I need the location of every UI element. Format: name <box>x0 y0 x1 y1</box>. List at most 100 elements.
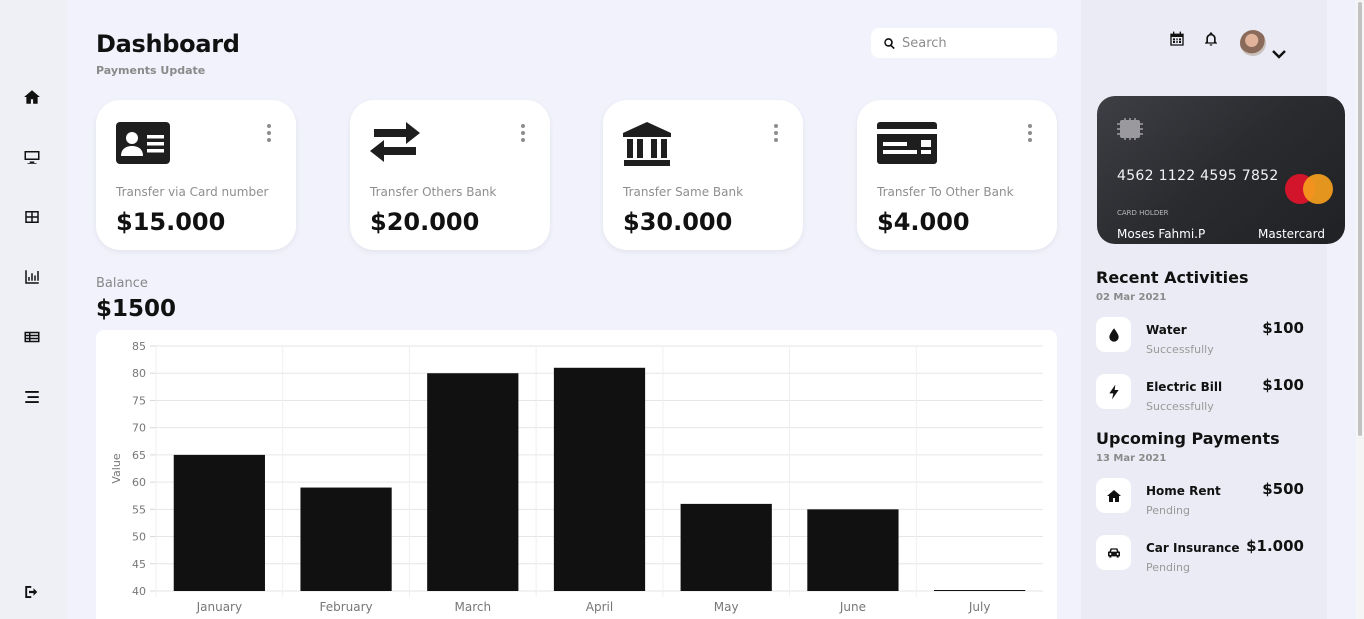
scrollbar-thumb[interactable] <box>1358 2 1362 436</box>
activity-status: Successfully <box>1146 400 1214 413</box>
recent-activities-title: Recent Activities <box>1096 268 1249 287</box>
y-tick-label: 55 <box>132 503 146 516</box>
card-chip-icon <box>1117 118 1143 140</box>
menu-icon[interactable] <box>22 387 42 407</box>
x-tick-label: March <box>454 600 491 614</box>
chart-bar <box>934 590 1026 591</box>
card-menu-icon[interactable] <box>1027 124 1033 142</box>
card-menu-icon[interactable] <box>773 124 779 142</box>
transfer-card-card-number[interactable]: Transfer via Card number $15.000 <box>96 100 296 250</box>
y-axis-label: Value <box>110 453 123 483</box>
card-holder-name: Moses Fahmi.P <box>1117 227 1206 241</box>
bank-card[interactable]: 4562 1122 4595 7852 CARD HOLDER Moses Fa… <box>1097 96 1345 244</box>
y-tick-label: 75 <box>132 394 146 407</box>
activity-amount: $100 <box>1262 319 1304 337</box>
y-tick-label: 40 <box>132 585 146 598</box>
chart-bar <box>173 454 265 591</box>
bank-icon <box>623 122 671 170</box>
sidebar <box>0 0 66 619</box>
right-panel: 4562 1122 4595 7852 CARD HOLDER Moses Fa… <box>1081 0 1345 619</box>
card-menu-icon[interactable] <box>266 124 272 142</box>
card-label: Transfer Same Bank <box>623 185 744 199</box>
avatar[interactable] <box>1240 30 1266 56</box>
card-amount: $4.000 <box>877 208 970 236</box>
water-drop-icon <box>1096 317 1131 352</box>
card-menu-icon[interactable] <box>520 124 526 142</box>
card-amount: $15.000 <box>116 208 226 236</box>
monitor-icon[interactable] <box>22 147 42 167</box>
payment-status: Pending <box>1146 504 1190 517</box>
mastercard-logo-icon <box>1285 174 1335 204</box>
balance-value: $1500 <box>96 296 177 322</box>
page-subtitle: Payments Update <box>96 64 206 77</box>
x-tick-label: January <box>196 600 243 614</box>
y-tick-label: 60 <box>132 476 146 489</box>
page-title: Dashboard <box>96 30 240 58</box>
chart-bar <box>680 503 772 591</box>
transfer-card-same-bank[interactable]: Transfer Same Bank $30.000 <box>603 100 803 250</box>
y-tick-label: 45 <box>132 558 146 571</box>
chart-bar <box>427 373 519 591</box>
transfer-card-others-bank[interactable]: Transfer Others Bank $20.000 <box>350 100 550 250</box>
chart-bar <box>300 487 392 591</box>
activity-amount: $100 <box>1262 376 1304 394</box>
search-input[interactable] <box>902 35 1052 51</box>
search-icon <box>884 37 895 49</box>
card-brand: Mastercard <box>1257 227 1325 241</box>
activity-name: Electric Bill <box>1146 380 1223 394</box>
x-tick-label: July <box>968 600 991 614</box>
list-item[interactable]: Water Successfully $100 <box>1096 317 1306 357</box>
y-tick-label: 50 <box>132 531 146 544</box>
payment-amount: $500 <box>1262 480 1304 498</box>
home-icon[interactable] <box>22 87 42 107</box>
activity-name: Water <box>1146 323 1187 337</box>
card-label: Transfer To Other Bank <box>877 185 1014 199</box>
y-tick-label: 80 <box>132 367 146 380</box>
table-icon[interactable] <box>22 207 42 227</box>
x-tick-label: June <box>839 600 866 614</box>
chart-bar <box>807 509 899 591</box>
home-icon <box>1096 478 1131 513</box>
page-scrollbar[interactable] <box>1356 0 1364 619</box>
card-holder-caption: CARD HOLDER <box>1117 209 1169 217</box>
card-amount: $20.000 <box>370 208 480 236</box>
chart-bar <box>553 367 646 591</box>
lightning-icon <box>1096 374 1131 409</box>
x-tick-label: May <box>714 600 739 614</box>
credit-card-icon <box>877 122 937 168</box>
payment-status: Pending <box>1146 561 1190 574</box>
bar-chart-icon[interactable] <box>22 267 42 287</box>
bar-chart: 40 45 50 55 60 65 70 75 80 85 January February March… <box>110 340 1043 614</box>
activity-status: Successfully <box>1146 343 1214 356</box>
list-item[interactable]: Car Insurance Pending $1.000 <box>1096 535 1306 575</box>
list-item[interactable]: Home Rent Pending $500 <box>1096 478 1306 518</box>
list-item[interactable]: Electric Bill Successfully $100 <box>1096 374 1306 414</box>
payment-name: Car Insurance <box>1146 541 1240 555</box>
logout-icon[interactable] <box>22 582 42 602</box>
id-card-icon <box>116 122 170 168</box>
main-content: Dashboard Payments Update Transfer via C… <box>66 0 1081 619</box>
payment-name: Home Rent <box>1146 484 1221 498</box>
x-tick-label: February <box>319 600 372 614</box>
balance-label: Balance <box>96 276 148 291</box>
card-amount: $30.000 <box>623 208 733 236</box>
transfer-card-to-other-bank[interactable]: Transfer To Other Bank $4.000 <box>857 100 1057 250</box>
card-label: Transfer Others Bank <box>370 185 497 199</box>
balance-chart: 40 45 50 55 60 65 70 75 80 85 January February March… <box>96 330 1057 619</box>
y-tick-label: 85 <box>132 340 146 353</box>
y-tick-label: 70 <box>132 422 146 435</box>
payment-amount: $1.000 <box>1246 537 1304 555</box>
calendar-icon[interactable] <box>1169 31 1185 51</box>
search-box[interactable] <box>871 28 1057 58</box>
bell-icon[interactable] <box>1203 31 1219 51</box>
recent-activities-date: 02 Mar 2021 <box>1096 292 1167 303</box>
transfer-arrows-icon <box>370 122 420 166</box>
list-icon[interactable] <box>22 327 42 347</box>
upcoming-payments-title: Upcoming Payments <box>1096 429 1280 448</box>
card-label: Transfer via Card number <box>116 185 269 199</box>
y-tick-label: 65 <box>132 449 146 462</box>
card-number: 4562 1122 4595 7852 <box>1117 168 1279 184</box>
car-icon <box>1096 535 1131 570</box>
chevron-down-icon[interactable] <box>1272 44 1286 63</box>
x-tick-label: April <box>586 600 613 614</box>
